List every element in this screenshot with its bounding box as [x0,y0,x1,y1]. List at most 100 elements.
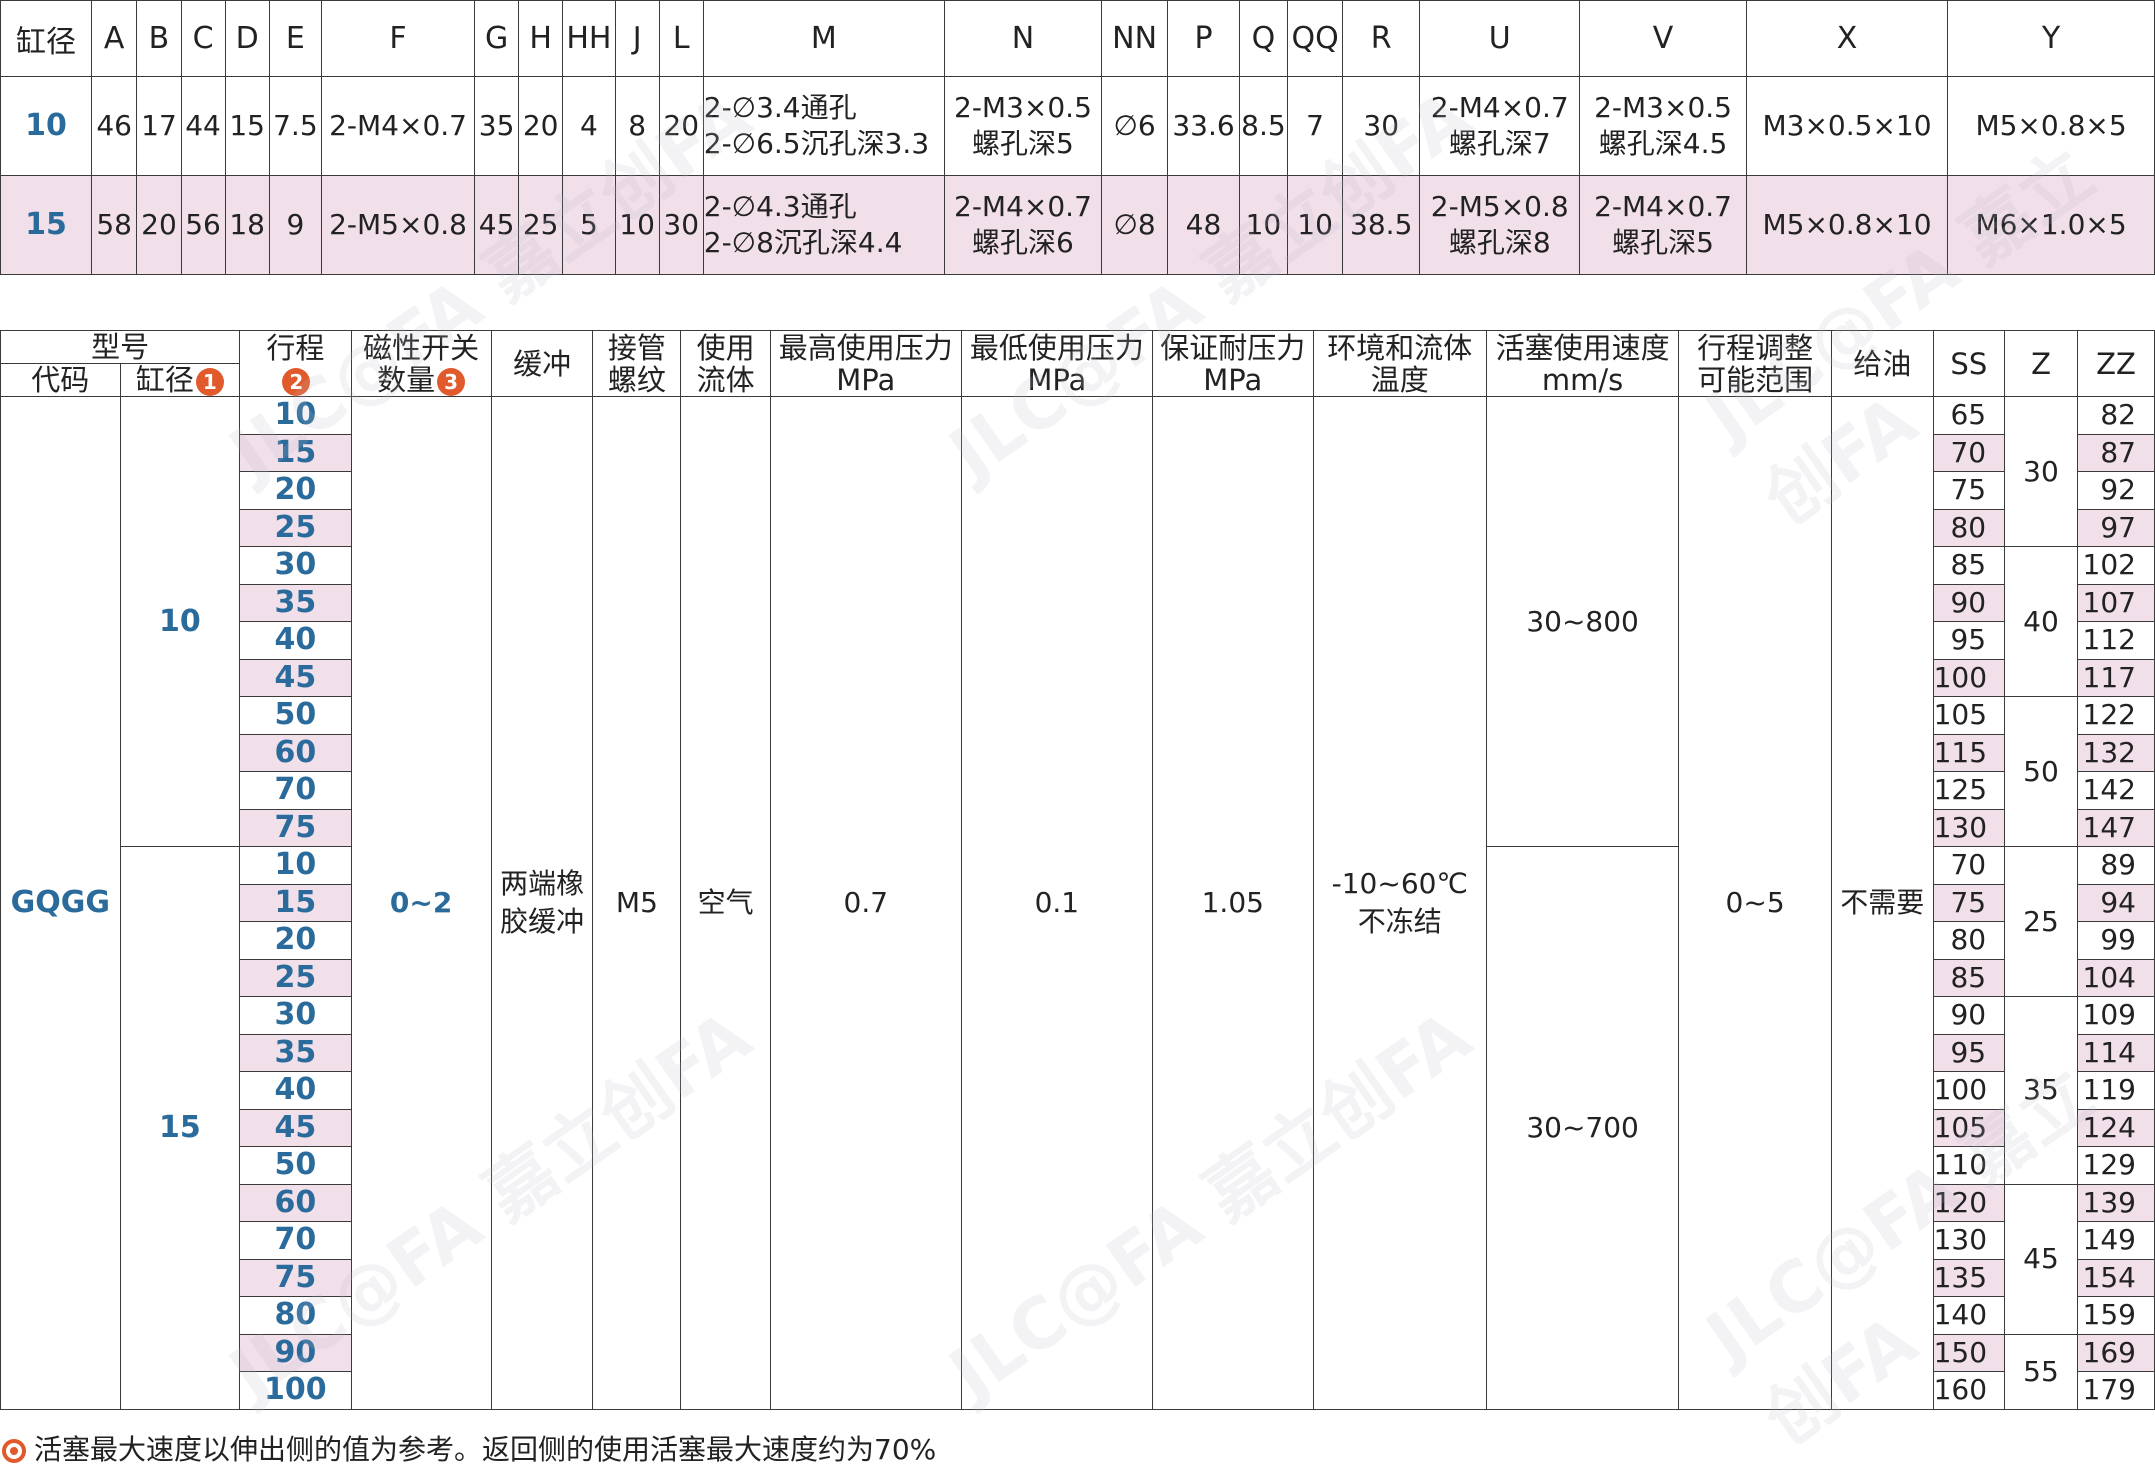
dim-header-h: H [518,0,564,77]
port-cell: M5 [592,396,682,1410]
stroke-cell: 25 [239,508,352,547]
dim-bore-cell: 10 [0,76,92,176]
dimension-header-row: 缸径 A B C D E F G H HH J L M N NN P Q QQ R U V X Y [0,0,2155,77]
pmin-header: 最低使用压力 MPa [960,330,1153,397]
code-header: 代码 [0,363,121,397]
zz-cell: 159 [2076,1296,2155,1335]
zz-cell: 82 [2076,396,2155,435]
proof-header: 保证耐压力 MPa [1151,330,1314,397]
dim-cell-c: 56 [180,175,226,275]
speed-cell: 30~700 [1485,846,1680,1410]
dim-header-p: P [1167,0,1240,77]
dim-cell-h: 25 [518,175,564,275]
dim-cell-f: 2-M5×0.8 [321,175,476,275]
stroke-cell: 25 [239,958,352,997]
stroke-cell: 40 [239,1071,352,1110]
dim-header-y: Y [1947,0,2155,77]
stroke-cell: 50 [239,1146,352,1185]
dim-header-qq: QQ [1287,0,1344,77]
badge-2-icon: 2 [282,367,311,396]
ss-cell: 75 [1932,471,2006,510]
z-cell: 50 [2004,696,2078,847]
zz-cell: 99 [2076,921,2155,960]
badge-3-icon: 3 [437,367,466,396]
dim-cell-q: 10 [1238,175,1289,275]
dim-cell-nn: ∅8 [1101,175,1169,275]
stroke-cell: 20 [239,921,352,960]
ss-cell: 150 [1932,1333,2006,1372]
dim-cell-f: 2-M4×0.7 [321,76,476,176]
dim-header-nn: NN [1101,0,1169,77]
dim-cell-hh: 4 [562,76,616,176]
dimension-row: 10 46 17 44 15 7.5 2-M4×0.7 35 20 4 8 20 2-∅3.4通孔 2-∅… [0,76,2155,176]
dim-cell-r: 38.5 [1342,175,1421,275]
zz-cell: 94 [2076,883,2155,922]
spec-row: GQGG 10 10 0~2 两端橡 胶缓冲 M5 空气 0.7 0.1 1.05 -10~60℃ 不冻… [0,396,2155,1410]
dim-header-m: M [702,0,945,77]
ss-cell: 95 [1932,621,2006,660]
stroke-cell: 90 [239,1333,352,1372]
stroke-cell: 60 [239,1183,352,1222]
zz-cell: 102 [2076,546,2155,585]
dim-cell-b: 17 [136,76,182,176]
bore-header: 缸径 1 [119,363,241,397]
ss-cell: 115 [1932,733,2006,772]
dim-header-hh: HH [562,0,616,77]
dim-header-r: R [1342,0,1421,77]
ss-cell: 85 [1932,546,2006,585]
ss-cell: 130 [1932,808,2006,847]
model-header: 型号 [0,330,241,364]
dim-cell-u: 2-M5×0.8 螺孔深8 [1419,175,1581,275]
z-cell: 40 [2004,546,2078,697]
dim-header-e: E [268,0,323,77]
port-header: 接管 螺纹 [592,330,682,397]
zz-cell: 87 [2076,433,2155,472]
dim-header-f: F [321,0,476,77]
stroke-cell: 40 [239,621,352,660]
spec-header-row-1: 型号 行程 2 磁性开关 数量 3 缓冲 接管 螺纹 使用 流体 最高使用压力 MPa … [0,330,2155,397]
stroke-cell: 45 [239,1108,352,1147]
dim-cell-qq: 7 [1287,76,1344,176]
lube-cell: 不需要 [1830,396,1934,1410]
dim-header-q: Q [1238,0,1289,77]
ss-cell: 135 [1932,1258,2006,1297]
zz-cell: 147 [2076,808,2155,847]
dim-cell-l: 30 [658,175,704,275]
zz-cell: 142 [2076,771,2155,810]
ss-cell: 95 [1932,1033,2006,1072]
dim-cell-e: 7.5 [268,76,323,176]
dim-header-l: L [658,0,704,77]
dim-cell-a: 58 [90,175,138,275]
stroke-cell: 45 [239,658,352,697]
dim-header-n: N [943,0,1103,77]
ss-cell: 70 [1932,846,2006,885]
zz-cell: 179 [2076,1371,2155,1410]
ss-cell: 80 [1932,508,2006,547]
cushion-header: 缓冲 [490,330,594,397]
dim-cell-m: 2-∅3.4通孔 2-∅6.5沉孔深3.3 [702,76,945,176]
ss-cell: 120 [1932,1183,2006,1222]
ss-cell: 125 [1932,771,2006,810]
ss-cell: 70 [1932,433,2006,472]
dim-header-缸径: 缸径 [0,0,92,77]
dimension-row: 15 58 20 56 18 9 2-M5×0.8 45 25 5 10 30 2-∅4.3通孔 2-∅8… [0,175,2155,275]
stroke-cell: 30 [239,546,352,585]
dim-cell-x: M5×0.8×10 [1745,175,1949,275]
stroke-cell: 20 [239,471,352,510]
dim-cell-l: 20 [658,76,704,176]
zz-cell: 132 [2076,733,2155,772]
badge-1-icon: 1 [195,368,224,396]
zz-cell: 124 [2076,1108,2155,1147]
zz-cell: 97 [2076,508,2155,547]
dim-cell-m: 2-∅4.3通孔 2-∅8沉孔深4.4 [702,175,945,275]
ss-cell: 110 [1932,1146,2006,1185]
dim-header-c: C [180,0,226,77]
stroke-cell: 15 [239,883,352,922]
z-cell: 25 [2004,846,2078,997]
dim-header-g: G [474,0,520,77]
dim-cell-v: 2-M4×0.7 螺孔深5 [1579,175,1747,275]
zz-cell: 92 [2076,471,2155,510]
bore-cell: 10 [119,396,241,847]
temp-cell: -10~60℃ 不冻结 [1312,396,1487,1410]
ss-header: SS [1932,330,2006,397]
